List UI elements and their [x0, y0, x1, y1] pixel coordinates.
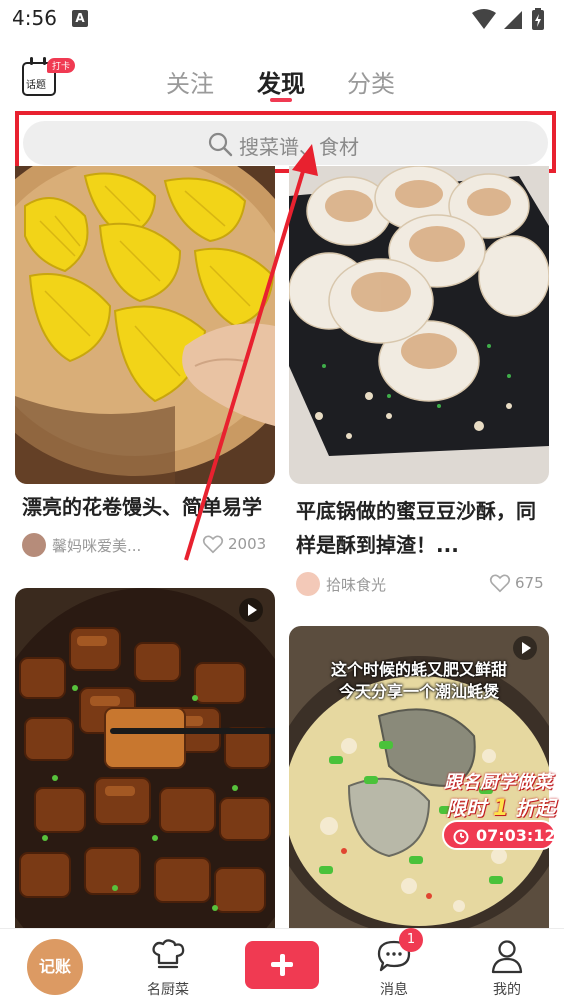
feed-card-2-author: 拾味食光	[326, 576, 387, 594]
tab-categories[interactable]: 分类	[347, 64, 395, 99]
messages-unread-badge: 1	[399, 928, 423, 952]
nav-label-messages: 消息	[380, 982, 408, 998]
feed-card-1-likes: 2003	[228, 535, 267, 553]
add-recipe-button[interactable]	[245, 941, 319, 989]
promo-headline: 跟名厨学做菜	[444, 772, 552, 793]
user-icon	[491, 940, 523, 974]
topic-label: 话题	[26, 80, 46, 91]
feed-card-1-title[interactable]: 漂亮的花卷馒头、简单易学	[22, 490, 274, 524]
alarm-clock-icon	[453, 829, 469, 845]
calendar-ring-left	[30, 57, 33, 65]
nav-label-famous-chef: 名厨菜	[147, 982, 189, 998]
feed-card-2-likes: 675	[515, 574, 544, 592]
heart-icon[interactable]	[202, 533, 224, 555]
promo-discount: 限时 1 折起	[446, 792, 555, 821]
promo-discount-prefix: 限时	[446, 796, 486, 820]
status-time: 4:56	[12, 6, 57, 30]
topic-calendar-button[interactable]: 打卡 话题	[22, 57, 76, 96]
nav-famous-chef[interactable]: 名厨菜	[112, 929, 224, 1004]
heart-icon[interactable]	[489, 572, 511, 594]
nav-bookkeeping[interactable]: 记账	[0, 929, 112, 1004]
countdown-timer: 07:03:12	[476, 826, 556, 845]
promo-countdown: 07:03:12	[442, 820, 556, 850]
active-tab-indicator	[270, 98, 292, 102]
steamed-bun-photo	[15, 166, 275, 484]
checkin-badge: 打卡	[47, 58, 76, 73]
nav-profile[interactable]: 我的	[451, 929, 563, 1004]
feed-card-2-title[interactable]: 平底锅做的蜜豆豆沙酥，同样是酥到掉渣！...	[296, 494, 548, 562]
status-bar: 4:56 A	[0, 0, 564, 40]
feed-card-1-author-row[interactable]: 馨妈咪爱美... 2003	[22, 533, 272, 557]
search-highlight-box	[15, 111, 556, 173]
braised-ribs-photo	[15, 588, 275, 928]
video-caption-line-2: 今天分享一个潮汕蚝煲	[338, 682, 499, 701]
calendar-ring-right	[43, 57, 46, 65]
feed-card-2-author-row[interactable]: 拾味食光 675	[296, 572, 546, 596]
video-play-icon	[513, 636, 537, 660]
bottom-nav: 记账 名厨菜 消息 我的	[0, 928, 564, 1004]
nav-messages[interactable]: 消息	[338, 929, 450, 1004]
feed-card-1-image[interactable]	[15, 166, 275, 484]
bookkeeping-button[interactable]: 记账	[27, 939, 83, 995]
avatar	[22, 533, 46, 557]
feed-card-2-image[interactable]	[289, 166, 549, 484]
feed-card-3-image[interactable]	[15, 588, 275, 928]
tab-follow[interactable]: 关注	[166, 64, 214, 99]
chef-hat-icon	[152, 939, 185, 969]
video-play-icon	[239, 598, 263, 622]
promo-discount-suffix: 折起	[515, 796, 556, 820]
promo-discount-number: 1	[492, 796, 509, 821]
video-caption-line-1: 这个时候的蚝又肥又鲜甜	[330, 660, 507, 679]
nav-label-profile: 我的	[493, 982, 521, 998]
pastry-photo	[289, 166, 549, 484]
avatar	[296, 572, 320, 596]
tab-discover[interactable]: 发现	[257, 64, 305, 99]
feed-card-1-author: 馨妈咪爱美...	[52, 537, 142, 555]
notification-a-icon: A	[72, 10, 88, 27]
status-icons	[472, 8, 544, 30]
